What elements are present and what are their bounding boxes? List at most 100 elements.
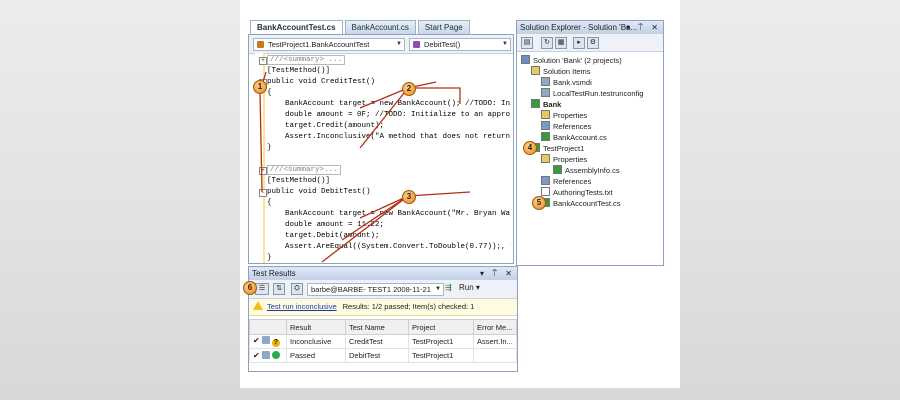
folder-icon — [541, 154, 550, 163]
code-area[interactable]: ///<summary> ... [TestMethod()] public v… — [267, 55, 511, 263]
member-dropdown-value: DebitTest() — [424, 40, 461, 49]
tree-item[interactable]: AuthoringTests.txt — [541, 187, 613, 198]
file-icon — [541, 88, 550, 97]
callout-badge-6: 6 — [243, 281, 257, 295]
tree-item[interactable]: BankAccountTest.cs — [541, 198, 621, 209]
project-cell: TestProject1 — [408, 334, 474, 349]
result-cell: Inconclusive — [286, 334, 346, 349]
solution-explorer-panel: Solution Explorer - Solution 'Ba... ▾ ⍑ … — [516, 20, 664, 266]
tree-item[interactable]: Properties — [541, 110, 587, 121]
inconclusive-icon: ? — [271, 339, 280, 347]
tree-item[interactable]: BankAccount.cs — [541, 132, 607, 143]
solution-explorer-toolbar: ▤ ↻ ▦ ▸ ⚙ — [517, 34, 663, 52]
properties-icon[interactable]: ▤ — [521, 37, 533, 49]
text-file-icon — [541, 187, 550, 196]
column-header-select[interactable] — [249, 319, 287, 335]
tab-bankaccounttest[interactable]: BankAccountTest.cs — [250, 20, 343, 35]
tree-item-label: Bank — [543, 100, 562, 109]
tree-item[interactable]: References — [541, 176, 591, 187]
show-all-files-icon[interactable]: ▦ — [555, 37, 567, 49]
solution-explorer-title-bar: Solution Explorer - Solution 'Ba... ▾ ⍑ … — [517, 21, 663, 34]
solution-icon — [521, 55, 530, 64]
collapse-icon[interactable]: − — [259, 189, 267, 197]
group-by-icon[interactable]: ⇅ — [273, 283, 285, 295]
table-row[interactable]: ✔ ? Inconclusive CreditTest TestProject1… — [249, 334, 517, 349]
tree-item-label: Solution Items — [543, 67, 591, 76]
tab-start-page[interactable]: Start Page — [417, 20, 470, 34]
chevron-down-icon: ▼ — [435, 286, 441, 292]
cs-file-icon — [553, 165, 562, 174]
error-message-cell — [473, 348, 517, 363]
tree-item[interactable]: References — [541, 121, 591, 132]
checkbox-checked-icon[interactable]: ✔ — [253, 351, 260, 360]
test-name-cell: CreditTest — [345, 334, 409, 349]
summary-comment-collapsed[interactable]: ///<summary> ... — [267, 55, 346, 65]
tree-item[interactable]: Solution 'Bank' (2 projects) — [521, 55, 622, 66]
editor-tab-strip: BankAccountTest.cs BankAccount.cs Start … — [250, 20, 472, 35]
callout-badge-4: 4 — [523, 141, 537, 155]
code-line: { — [267, 89, 272, 97]
test-results-toolbar: ☰ ⇅ ⛭ barbe@BARBE- TEST1 2008-11-21 ▼ ⇶ … — [249, 280, 517, 299]
tree-item[interactable]: Properties — [541, 154, 587, 165]
type-dropdown[interactable]: TestProject1.BankAccountTest ▼ — [253, 38, 405, 51]
callout-badge-1: 1 — [253, 80, 267, 94]
results-view-icon[interactable]: ☰ — [255, 283, 269, 295]
error-message-cell: Assert.In... — [473, 334, 517, 349]
summary-comment-collapsed[interactable]: ///<summary>... — [267, 165, 341, 175]
collapse-icon[interactable]: + — [259, 57, 267, 65]
collapse-icon[interactable]: + — [259, 167, 267, 175]
checkbox-checked-icon[interactable]: ✔ — [253, 336, 260, 345]
code-line: [TestMethod()] — [267, 67, 331, 75]
tree-item-label: Bank.vsmdi — [553, 78, 592, 87]
row-checkbox[interactable]: ✔ — [249, 348, 287, 363]
window-controls[interactable]: ▾ ⍑ ✕ — [626, 21, 661, 34]
row-checkbox[interactable]: ✔ ? — [249, 334, 287, 349]
run-settings-icon[interactable]: ⛭ — [291, 283, 303, 295]
tree-item[interactable]: Bank.vsmdi — [541, 77, 592, 88]
code-line: ///<summary> ... — [267, 55, 511, 66]
tree-item-label: AuthoringTests.txt — [553, 188, 613, 197]
tree-item-label: TestProject1 — [543, 144, 585, 153]
tree-item-label: Properties — [553, 111, 588, 120]
code-line: ///<summary>... — [267, 165, 511, 176]
test-results-grid: Result Test Name Project Error Me... ✔ ?… — [249, 319, 517, 363]
cs-file-icon — [541, 132, 550, 141]
references-icon — [541, 176, 550, 185]
tab-bankaccount[interactable]: BankAccount.cs — [344, 20, 416, 34]
code-editor[interactable]: TestProject1.BankAccountTest ▼ DebitTest… — [248, 34, 514, 264]
test-run-selector[interactable]: barbe@BARBE- TEST1 2008-11-21 ▼ — [307, 283, 444, 296]
tree-item[interactable]: LocalTestRun.testrunconfig — [541, 88, 643, 99]
tree-item-label: LocalTestRun.testrunconfig — [553, 89, 644, 98]
tree-item[interactable]: Solution Items — [531, 66, 591, 77]
tree-item[interactable]: Bank — [531, 99, 561, 110]
callout-badge-3: 3 — [402, 190, 416, 204]
refresh-icon[interactable]: ↻ — [541, 37, 553, 49]
tree-item[interactable]: AssemblyInfo.cs — [553, 165, 620, 176]
folder-icon — [531, 66, 540, 75]
test-run-status-link[interactable]: Test run inconclusive — [267, 302, 337, 311]
tree-item[interactable]: TestProject1 — [531, 143, 584, 154]
callout-badge-2: 2 — [402, 82, 416, 96]
view-designer-icon[interactable]: ⚙ — [587, 37, 599, 49]
project-cell: TestProject1 — [408, 348, 474, 363]
column-header-error-message[interactable]: Error Me... — [473, 319, 517, 335]
member-dropdown[interactable]: DebitTest() ▼ — [409, 38, 511, 51]
test-run-status-bar: Test run inconclusive Results: 1/2 passed… — [249, 299, 517, 316]
code-line: target.Credit(amount); — [267, 122, 385, 130]
code-line: public void CreditTest() — [267, 78, 376, 86]
window-controls[interactable]: ▾ ⍑ ✕ — [480, 267, 515, 280]
code-line: Assert.AreEqual((System.Convert.ToDouble… — [285, 243, 511, 251]
column-header-test-name[interactable]: Test Name — [345, 319, 409, 335]
tree-item-label: References — [553, 177, 592, 186]
run-button[interactable]: Run ▾ — [459, 283, 480, 292]
view-code-icon[interactable]: ▸ — [573, 37, 585, 49]
table-row[interactable]: ✔ Passed DebitTest TestProject1 — [249, 348, 517, 363]
debug-icon[interactable]: ⇶ — [445, 283, 452, 292]
code-line: target.Debit(amount); — [267, 232, 380, 240]
tree-item-label: BankAccountTest.cs — [553, 199, 621, 208]
test-results-title-bar: Test Results ▾ ⍑ ✕ — [249, 267, 517, 280]
column-header-result[interactable]: Result — [286, 319, 346, 335]
test-type-icon — [261, 351, 270, 359]
tree-item-label: Solution 'Bank' (2 projects) — [533, 56, 622, 65]
column-header-project[interactable]: Project — [408, 319, 474, 335]
